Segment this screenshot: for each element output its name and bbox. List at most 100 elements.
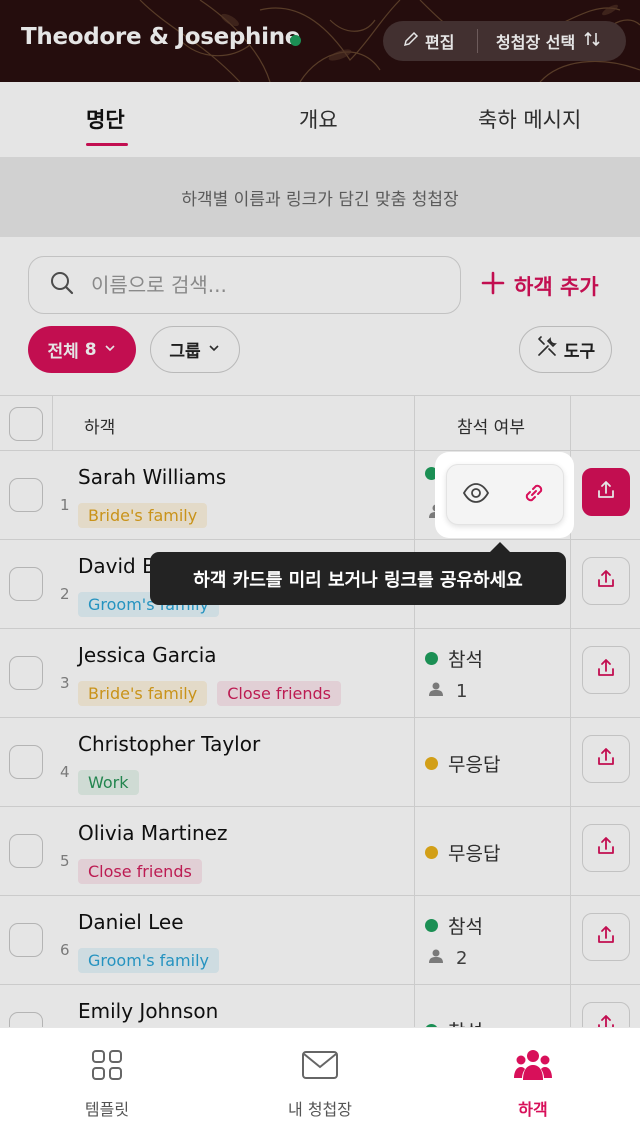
table-row[interactable]: 3 Jessica Garcia Bride's family Close frien… xyxy=(0,629,640,718)
share-button[interactable] xyxy=(582,824,630,872)
status-dot xyxy=(425,652,438,665)
share-icon xyxy=(595,479,617,505)
filter-group-chip[interactable]: 그룹 xyxy=(150,326,240,373)
search-input[interactable] xyxy=(91,273,421,297)
table-row[interactable]: 4 Christopher Taylor Work 무응답 xyxy=(0,718,640,807)
column-divider xyxy=(414,718,415,806)
edit-button[interactable]: 편집 xyxy=(383,29,477,53)
attendance-label: 참석 xyxy=(448,649,483,671)
row-number: 2 xyxy=(60,585,70,603)
row-number: 6 xyxy=(60,941,70,959)
attendance-label: 무응답 xyxy=(448,843,501,865)
column-divider xyxy=(52,396,53,450)
select-all-checkbox[interactable] xyxy=(9,407,43,441)
column-divider xyxy=(570,896,571,984)
nav-guests-label: 하객 xyxy=(518,1100,548,1119)
guest-name[interactable]: Olivia Martinez xyxy=(78,821,227,845)
app-header: Theodore & Josephine 편집 청첩장 선택 xyxy=(0,0,640,82)
bottom-navigation: 템플릿 내 청첩장 하객 xyxy=(0,1027,640,1138)
filter-all-chip[interactable]: 전체 8 xyxy=(28,326,136,373)
people-icon xyxy=(513,1048,553,1086)
share-button[interactable] xyxy=(582,468,630,516)
column-divider xyxy=(414,629,415,717)
share-icon xyxy=(595,568,617,594)
select-invitation-button[interactable]: 청첩장 선택 xyxy=(478,29,601,53)
header-attendance: 참석 여부 xyxy=(457,418,525,438)
share-button[interactable] xyxy=(582,913,630,961)
copy-link-button[interactable] xyxy=(520,479,548,511)
guest-name[interactable]: Christopher Taylor xyxy=(78,732,260,756)
status-dot xyxy=(425,846,438,859)
grid-icon xyxy=(90,1048,124,1086)
row-number: 1 xyxy=(60,496,70,514)
table-row[interactable]: 5 Olivia Martinez Close friends 무응답 xyxy=(0,807,640,896)
tab-messages[interactable]: 축하 메시지 xyxy=(478,104,581,134)
row-checkbox[interactable] xyxy=(9,567,43,601)
row-checkbox[interactable] xyxy=(9,745,43,779)
guest-name[interactable]: Sarah Williams xyxy=(78,465,226,489)
tab-overview[interactable]: 개요 xyxy=(299,104,338,134)
status-dot xyxy=(290,35,301,46)
group-tag: Close friends xyxy=(78,859,202,884)
column-divider xyxy=(570,629,571,717)
column-divider xyxy=(570,807,571,895)
share-button[interactable] xyxy=(582,646,630,694)
add-guest-label: 하객 추가 xyxy=(514,274,599,299)
column-divider xyxy=(414,807,415,895)
header-guest: 하객 xyxy=(84,418,116,438)
share-button[interactable] xyxy=(582,557,630,605)
link-icon xyxy=(520,484,548,511)
row-checkbox[interactable] xyxy=(9,656,43,690)
nav-my-invitation-label: 내 청첩장 xyxy=(288,1100,352,1119)
guest-name[interactable]: Daniel Lee xyxy=(78,910,184,934)
share-icon xyxy=(595,924,617,950)
column-divider xyxy=(570,396,571,450)
attendance-label: 참석 xyxy=(448,916,483,938)
table-body: 1 Sarah Williams Bride's family 2 David Brow… xyxy=(0,451,640,1074)
group-tag: Close friends xyxy=(217,681,342,706)
row-checkbox[interactable] xyxy=(9,923,43,957)
tooltip-arrow xyxy=(490,542,510,552)
status-dot xyxy=(425,919,438,932)
table-row[interactable]: 6 Daniel Lee Groom's family 참석 2 xyxy=(0,896,640,985)
chevron-down-icon xyxy=(207,340,221,360)
row-checkbox[interactable] xyxy=(9,834,43,868)
guest-tags: Bride's family xyxy=(78,503,208,528)
tools-button[interactable]: 도구 xyxy=(519,326,612,373)
filter-group-label: 그룹 xyxy=(169,342,201,362)
mail-icon xyxy=(301,1048,339,1086)
tools-icon xyxy=(536,336,558,363)
share-icon xyxy=(595,746,617,772)
nav-templates-label: 템플릿 xyxy=(84,1100,130,1119)
guest-tags: Groom's family xyxy=(78,948,219,973)
tab-guest-list[interactable]: 명단 xyxy=(86,104,125,134)
nav-templates[interactable]: 템플릿 xyxy=(27,1048,187,1120)
guest-tags: Close friends xyxy=(78,859,202,884)
row-number: 5 xyxy=(60,852,70,870)
guest-card-actions xyxy=(446,464,564,525)
search-box xyxy=(28,256,461,314)
header-actions: 편집 청첩장 선택 xyxy=(383,21,626,61)
pencil-icon xyxy=(403,31,419,51)
info-banner: 하객별 이름과 링크가 담긴 맞춤 청첩장 xyxy=(0,157,640,237)
tools-label: 도구 xyxy=(563,342,596,362)
attendance-status: 참석 xyxy=(425,645,483,672)
guest-name[interactable]: Jessica Garcia xyxy=(78,643,217,667)
group-tag: Bride's family xyxy=(78,681,208,706)
guest-name[interactable]: Emily Johnson xyxy=(78,999,218,1023)
column-divider xyxy=(570,718,571,806)
banner-text: 하객별 이름과 링크가 담긴 맞춤 청첩장 xyxy=(181,189,459,210)
couple-name: Theodore & Josephine xyxy=(21,24,301,50)
guest-count-value: 2 xyxy=(456,948,468,969)
add-guest-button[interactable]: 하객 추가 xyxy=(480,270,599,301)
nav-my-invitation[interactable]: 내 청첩장 xyxy=(240,1048,400,1120)
preview-button[interactable] xyxy=(462,479,490,511)
edit-label: 편집 xyxy=(425,33,455,52)
sort-arrows-icon xyxy=(583,30,601,52)
row-checkbox[interactable] xyxy=(9,478,43,512)
share-button[interactable] xyxy=(582,735,630,783)
guest-count: 2 xyxy=(428,948,467,969)
nav-guests[interactable]: 하객 xyxy=(453,1048,613,1120)
attendance-status: 참석 xyxy=(425,912,483,939)
attendance-label: 무응답 xyxy=(448,754,501,776)
